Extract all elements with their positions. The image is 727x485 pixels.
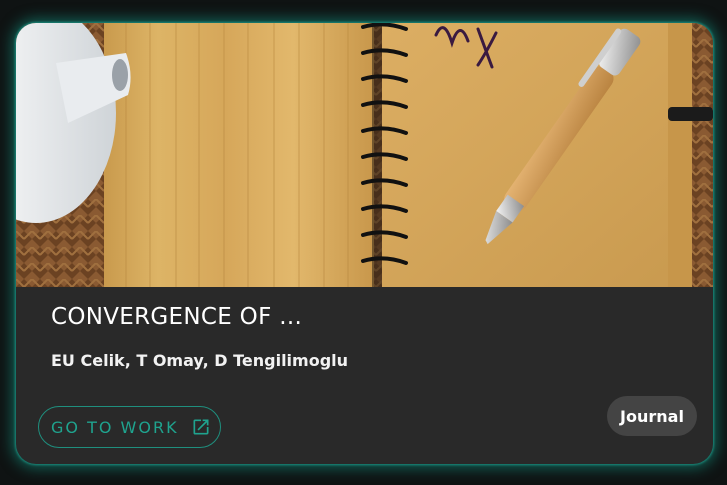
card-image <box>16 23 713 287</box>
notebook-photo <box>16 23 713 287</box>
work-authors: EU Celik, T Omay, D Tengilimoglu <box>51 351 349 370</box>
go-to-work-button[interactable]: GO TO WORK <box>38 406 221 448</box>
type-badge: Journal <box>607 396 697 436</box>
work-card: CONVERGENCE OF ... EU Celik, T Omay, D T… <box>16 23 713 464</box>
work-title: CONVERGENCE OF ... <box>51 304 303 330</box>
external-link-icon <box>191 417 211 437</box>
go-to-work-label: GO TO WORK <box>51 417 179 437</box>
